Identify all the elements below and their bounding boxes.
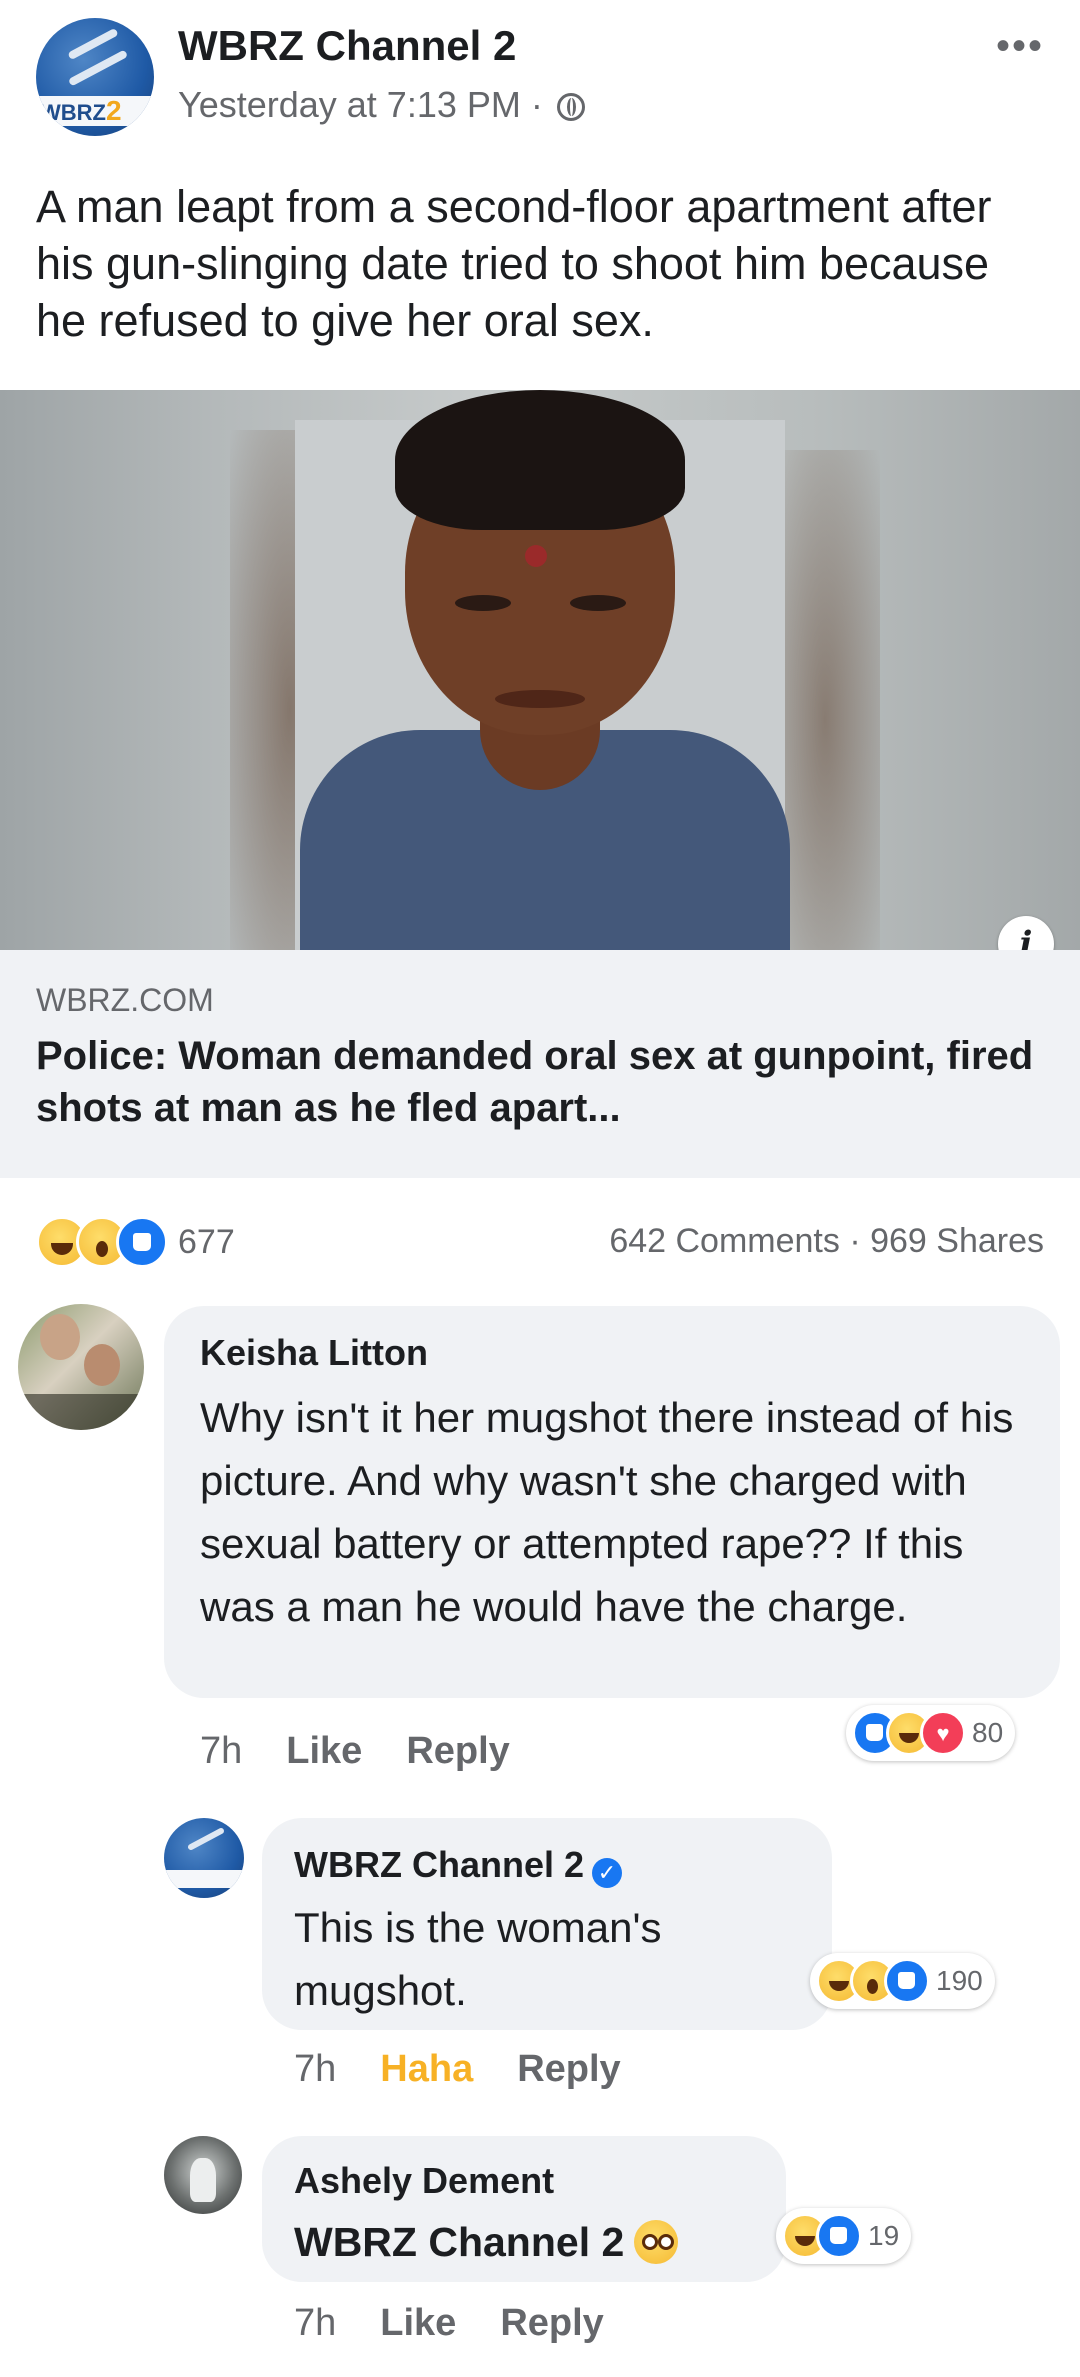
photo-mouth [495, 690, 585, 708]
comment-author[interactable]: Ashely Dement [294, 2160, 554, 2202]
avatar-logo-stroke [186, 1826, 226, 1852]
avatar-photo-face [84, 1344, 120, 1386]
post-text: A man leapt from a second-floor apartmen… [36, 181, 992, 346]
like-reaction-icon [116, 1216, 168, 1268]
comment-reaction-count: 80 [972, 1717, 1004, 1748]
comment-time[interactable]: 7h [294, 2302, 336, 2345]
reply-button[interactable]: Reply [406, 1730, 509, 1773]
post-stats: 677 642 Comments · 969 Shares [0, 1210, 1080, 1280]
reaction-count: 677 [178, 1222, 235, 1261]
like-reaction-icon [884, 1958, 930, 2004]
comment-text: This is the woman's mugshot. [294, 1904, 662, 2014]
comment-author[interactable]: WBRZ Channel 2 ✓ [294, 1844, 623, 1888]
link-domain: WBRZ.COM [36, 982, 214, 1018]
comment-reactions[interactable]: 190 [810, 1953, 995, 2009]
link-title: Police: Woman demanded oral sex at gunpo… [36, 1034, 1034, 1130]
comment-actions: 7h Haha Reply [294, 2048, 665, 2091]
like-button[interactable]: Like [380, 2302, 456, 2345]
link-preview-image[interactable] [0, 390, 1080, 950]
globe-icon [556, 93, 585, 121]
avatar-brand: WBRZ2 [36, 96, 154, 126]
post-time-text: Yesterday at 7:13 PM · [178, 84, 543, 125]
avatar-brand-band [164, 1870, 244, 1888]
love-reaction-icon [920, 1710, 966, 1756]
comment-author[interactable]: Keisha Litton [200, 1332, 428, 1374]
avatar-brand-text: WBRZ [40, 100, 106, 125]
comment-reaction-count: 19 [868, 2220, 900, 2251]
comments-shares-count[interactable]: 642 Comments · 969 Shares [609, 1222, 1044, 1261]
more-options-icon[interactable]: ••• [996, 24, 1044, 69]
post-timestamp[interactable]: Yesterday at 7:13 PM · [178, 84, 585, 126]
haha-button[interactable]: Haha [380, 2048, 473, 2091]
comment-time[interactable]: 7h [294, 2048, 336, 2091]
avatar[interactable] [18, 1304, 144, 1430]
verified-badge-icon: ✓ [592, 1858, 623, 1888]
avatar-photo-face [40, 1314, 80, 1360]
avatar-photo-caption [18, 1394, 144, 1430]
comment-reaction-count: 190 [936, 1965, 983, 1996]
link-preview-meta[interactable]: WBRZ.COM Police: Woman demanded oral sex… [0, 950, 1080, 1178]
comment-text: Why isn't it her mugshot there instead o… [200, 1394, 1014, 1630]
like-button[interactable]: Like [286, 1730, 362, 1773]
comment-mention[interactable]: WBRZ Channel 2 [294, 2219, 624, 2265]
comment-actions: 7h Like Reply [294, 2302, 648, 2345]
avatar-figure [190, 2158, 216, 2202]
photo-hair [395, 390, 685, 530]
like-reaction-icon [816, 2213, 862, 2259]
page-avatar[interactable]: WBRZ2 [36, 18, 154, 136]
comment-time[interactable]: 7h [200, 1730, 242, 1773]
avatar[interactable] [164, 1818, 244, 1898]
reply-button[interactable]: Reply [517, 2048, 620, 2091]
post-header: WBRZ2 WBRZ Channel 2 Yesterday at 7:13 P… [0, 0, 1080, 160]
photo-eye [455, 595, 511, 611]
avatar-brand-number: 2 [105, 95, 122, 126]
photo-eye [570, 595, 626, 611]
comment-author-name: WBRZ Channel 2 [294, 1844, 585, 1885]
comment-text: WBRZ Channel 2 [294, 2214, 774, 2270]
comment-reactions[interactable]: 80 [846, 1705, 1016, 1761]
reply-button[interactable]: Reply [500, 2302, 603, 2345]
comment-actions: 7h Like Reply [200, 1730, 554, 1773]
comment-reactions[interactable]: 19 [776, 2208, 912, 2264]
flushed-emoji-icon [634, 2220, 679, 2264]
reaction-summary[interactable]: 677 [36, 1216, 235, 1268]
avatar[interactable] [164, 2136, 242, 2214]
page-name[interactable]: WBRZ Channel 2 [178, 22, 516, 70]
photo-mark [525, 545, 547, 567]
